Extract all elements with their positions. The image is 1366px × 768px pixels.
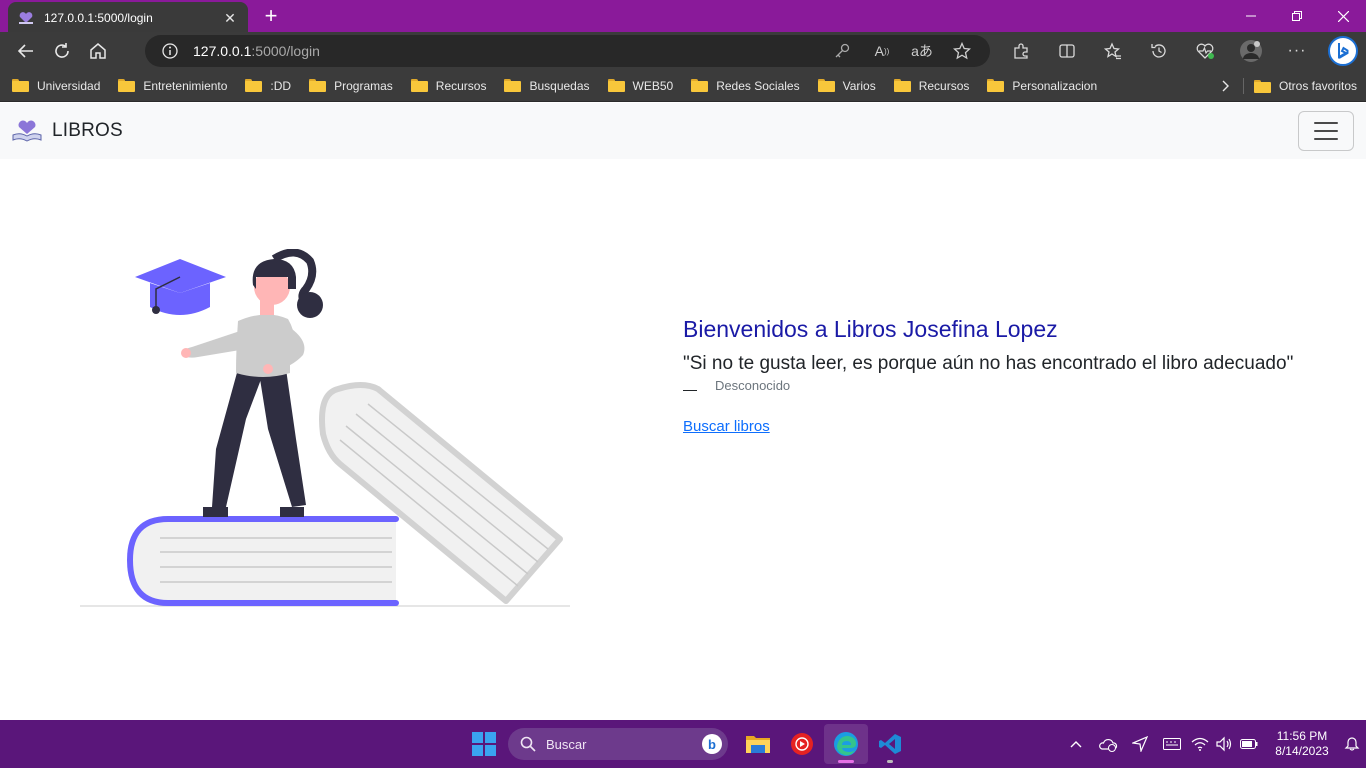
folder-icon xyxy=(504,79,522,92)
bookmark-folder-entretenimiento[interactable]: Entretenimiento xyxy=(106,72,233,100)
quote-author: Desconocido xyxy=(683,378,1353,393)
bing-icon: b xyxy=(702,734,722,754)
bookmark-folder-redes-sociales[interactable]: Redes Sociales xyxy=(679,72,805,100)
author-name: Desconocido xyxy=(715,378,791,393)
taskbar-clock[interactable]: 11:56 PM 8/14/2023 xyxy=(1266,729,1338,759)
page-title: Bienvenidos a Libros Josefina Lopez xyxy=(683,316,1058,342)
minimize-button[interactable] xyxy=(1228,0,1274,32)
folder-icon xyxy=(245,79,263,92)
reading-woman-illustration xyxy=(80,249,570,607)
folder-icon xyxy=(1254,79,1271,93)
system-tray: 11:56 PM 8/14/2023 xyxy=(1060,720,1366,768)
site-info-icon[interactable] xyxy=(161,42,179,60)
refresh-button[interactable] xyxy=(44,33,80,69)
profile-avatar[interactable] xyxy=(1228,32,1274,70)
more-options-icon[interactable]: ··· xyxy=(1274,32,1320,70)
home-button[interactable] xyxy=(80,33,116,69)
show-hidden-icons-chevron-up-icon[interactable] xyxy=(1060,724,1092,764)
new-tab-button[interactable]: + xyxy=(256,1,286,31)
key-icon[interactable] xyxy=(822,35,862,67)
browser-title-bar: 127.0.0.1:5000/login ✕ + xyxy=(0,0,1366,34)
bookmark-folder-personalizacion[interactable]: Personalizacion xyxy=(975,72,1103,100)
bookmark-folder-busquedas[interactable]: Busquedas xyxy=(492,72,595,100)
hamburger-line xyxy=(1314,130,1338,132)
vscode-app-icon[interactable] xyxy=(868,724,912,764)
hero-section: Bienvenidos a Libros Josefina Lopez "Si … xyxy=(683,316,1353,436)
bookmark-folder-dd[interactable]: :DD xyxy=(233,72,297,100)
volume-icon[interactable] xyxy=(1212,724,1236,764)
browser-toolbar: 127.0.0.1:5000/login A)) aあ ··· xyxy=(0,32,1366,70)
folder-icon xyxy=(607,79,625,92)
heart-book-favicon-icon xyxy=(18,10,34,26)
bookmark-folder-programas[interactable]: Programas xyxy=(297,72,399,100)
web-page: LIBROS Bienvenidos a Libros Josefina Lop… xyxy=(0,103,1366,720)
translate-icon[interactable]: aあ xyxy=(902,35,942,67)
lying-book-graphic xyxy=(126,516,399,606)
bookmark-folder-other-favorites[interactable]: Otros favoritos xyxy=(1242,72,1363,100)
search-books-link[interactable]: Buscar libros xyxy=(683,418,770,435)
navbar-toggler-button[interactable] xyxy=(1298,111,1354,151)
folder-icon xyxy=(118,79,136,92)
folder-icon xyxy=(12,79,29,92)
folder-icon xyxy=(309,79,327,92)
history-icon[interactable] xyxy=(1136,32,1182,70)
bookmark-folder-web50[interactable]: WEB50 xyxy=(596,72,680,100)
read-aloud-icon[interactable]: A)) xyxy=(862,35,902,67)
edge-browser-app-icon[interactable] xyxy=(824,724,868,764)
close-window-button[interactable] xyxy=(1320,0,1366,32)
taskbar-search-placeholder: Buscar xyxy=(546,736,587,752)
battery-icon[interactable] xyxy=(1236,724,1262,764)
address-bar[interactable]: 127.0.0.1:5000/login A)) aあ xyxy=(145,35,990,67)
file-explorer-app-icon[interactable] xyxy=(736,724,780,764)
folder-icon xyxy=(691,79,709,92)
bookmark-folder-varios[interactable]: Varios xyxy=(806,72,882,100)
chevron-right-icon[interactable] xyxy=(1216,72,1236,100)
back-button[interactable] xyxy=(8,33,44,69)
keyboard-icon[interactable] xyxy=(1156,724,1188,764)
windows-taskbar: Buscar b 11:56 PM 8/14/2023 xyxy=(0,720,1366,768)
windows-start-button[interactable] xyxy=(466,726,502,762)
folder-icon xyxy=(817,79,835,92)
close-tab-icon[interactable]: ✕ xyxy=(222,10,238,26)
bookmark-folder-recursos[interactable]: Recursos xyxy=(399,72,493,100)
bookmark-folder-recursos-2[interactable]: Recursos xyxy=(882,72,976,100)
folder-icon xyxy=(893,79,911,92)
brand-text: LIBROS xyxy=(52,120,123,141)
location-arrow-icon[interactable] xyxy=(1124,724,1156,764)
clock-time: 11:56 PM xyxy=(1276,729,1328,743)
graduation-cap-graphic xyxy=(135,259,226,315)
split-screen-icon[interactable] xyxy=(1044,32,1090,70)
active-indicator xyxy=(838,760,854,763)
favorites-icon[interactable] xyxy=(1090,32,1136,70)
search-icon xyxy=(520,736,536,752)
site-navbar: LIBROS xyxy=(0,103,1366,159)
wifi-icon[interactable] xyxy=(1188,724,1212,764)
heart-book-logo-icon xyxy=(12,120,42,142)
youtube-music-app-icon[interactable] xyxy=(780,724,824,764)
taskbar-search-box[interactable]: Buscar b xyxy=(508,728,728,760)
folder-icon xyxy=(987,79,1005,92)
favorite-star-icon[interactable] xyxy=(942,35,982,67)
quote-text: "Si no te gusta leer, es porque aún no h… xyxy=(683,353,1294,374)
notifications-icon[interactable] xyxy=(1338,724,1366,764)
brand[interactable]: LIBROS xyxy=(12,119,123,143)
onedrive-sync-icon[interactable] xyxy=(1092,724,1124,764)
tab-title: 127.0.0.1:5000/login xyxy=(44,11,153,25)
performance-icon[interactable] xyxy=(1182,32,1228,70)
folder-icon xyxy=(410,79,428,92)
running-indicator xyxy=(887,760,893,763)
url-path: :5000/login xyxy=(251,43,320,59)
clock-date: 8/14/2023 xyxy=(1275,744,1329,758)
bookmarks-bar: Universidad Entretenimiento :DD Programa… xyxy=(0,70,1366,102)
author-dash xyxy=(683,390,697,391)
hamburger-line xyxy=(1314,138,1338,140)
bookmark-folder-universidad[interactable]: Universidad xyxy=(0,72,106,100)
extensions-icon[interactable] xyxy=(998,32,1044,70)
url-host: 127.0.0.1 xyxy=(193,43,252,59)
browser-tab[interactable]: 127.0.0.1:5000/login ✕ xyxy=(8,2,248,34)
restore-button[interactable] xyxy=(1274,0,1320,32)
hamburger-line xyxy=(1314,122,1338,124)
bing-copilot-icon[interactable] xyxy=(1320,32,1366,70)
